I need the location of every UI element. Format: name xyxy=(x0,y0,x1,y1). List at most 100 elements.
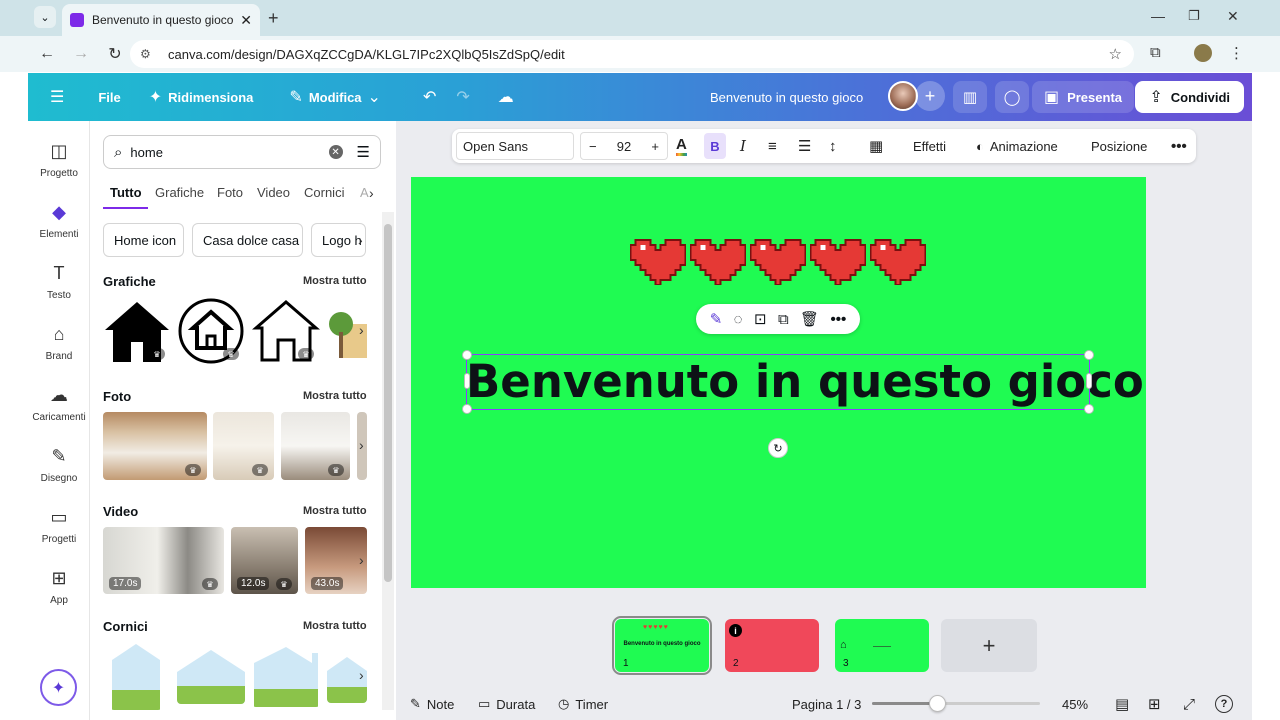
delete-icon[interactable]: 🗑 xyxy=(800,310,819,328)
pixel-heart-icon[interactable] xyxy=(750,235,806,285)
chips-next-icon[interactable]: › xyxy=(358,232,363,248)
more-icon[interactable]: ••• xyxy=(830,311,846,328)
see-all-photos-link[interactable]: Mostra tutto xyxy=(303,390,367,402)
tab-frames[interactable]: Cornici xyxy=(304,185,344,200)
collaborator-avatar[interactable] xyxy=(888,81,918,111)
suggestion-chip[interactable]: Home icon xyxy=(103,223,184,257)
font-size-stepper[interactable]: − 92 + xyxy=(580,132,668,160)
side-handle[interactable] xyxy=(464,373,470,389)
pixel-heart-icon[interactable] xyxy=(630,235,686,285)
lock-icon[interactable]: ⊡ xyxy=(754,310,767,328)
graphic-house-outline[interactable]: ♛ xyxy=(252,298,320,364)
resize-handle[interactable] xyxy=(462,350,472,360)
font-family-select[interactable]: Open Sans xyxy=(456,132,574,160)
extensions-icon[interactable]: ⧉ xyxy=(1150,44,1161,61)
rail-item-draw[interactable]: ✎ Disegno xyxy=(28,446,90,484)
rail-item-design[interactable]: ◫ Progetto xyxy=(28,141,90,179)
graphic-house-solid[interactable]: ♛ xyxy=(103,298,171,364)
add-comment-icon[interactable]: ◌ xyxy=(734,311,743,328)
tab-more[interactable]: A xyxy=(360,185,369,200)
rail-item-text[interactable]: T Testo xyxy=(28,263,90,301)
resize-handle[interactable] xyxy=(1084,404,1094,414)
transparency-button[interactable]: ▦ xyxy=(869,129,883,163)
new-tab-button[interactable]: + xyxy=(268,8,279,29)
grid-view-button[interactable]: ▤ xyxy=(1115,688,1129,720)
photo-room-1[interactable]: ♛ xyxy=(103,412,207,480)
cloud-save-button[interactable]: ☁ xyxy=(488,81,524,113)
minimize-button[interactable]: — xyxy=(1151,8,1165,24)
timer-button[interactable]: ◷ Timer xyxy=(558,688,608,720)
file-menu-button[interactable]: File xyxy=(88,81,130,113)
filter-icon[interactable]: ☰ xyxy=(357,143,370,161)
help-button[interactable]: ? xyxy=(1215,688,1233,720)
align-button[interactable]: ≡ xyxy=(768,129,777,163)
resize-handle[interactable] xyxy=(1084,350,1094,360)
frame-house-3[interactable] xyxy=(252,645,320,707)
tab-graphics[interactable]: Grafiche xyxy=(155,185,204,200)
videos-next-icon[interactable]: › xyxy=(359,552,364,568)
frames-next-icon[interactable]: › xyxy=(359,667,364,683)
spacing-button[interactable]: ↕ xyxy=(829,129,837,163)
panel-scrollbar-thumb[interactable] xyxy=(384,224,392,582)
tab-search-button[interactable]: ⌄ xyxy=(34,6,56,28)
document-title[interactable]: Benvenuto in questo gioco xyxy=(710,90,863,105)
tabs-next-icon[interactable]: › xyxy=(369,185,374,201)
tab-videos[interactable]: Video xyxy=(257,185,290,200)
magic-assistant-button[interactable]: ✦ xyxy=(40,669,77,706)
forward-icon[interactable]: → xyxy=(68,41,94,67)
page-thumbnail-2[interactable]: i 2 xyxy=(725,619,819,672)
edit-mode-button[interactable]: ✎ Modifica ⌄ xyxy=(279,81,391,113)
list-button[interactable]: ☰ xyxy=(798,129,811,163)
pixel-heart-icon[interactable] xyxy=(870,235,926,285)
see-all-graphics-link[interactable]: Mostra tutto xyxy=(303,275,367,287)
position-button[interactable]: Posizione xyxy=(1091,129,1147,163)
duplicate-icon[interactable]: ⧉ xyxy=(778,311,789,328)
font-size-value[interactable]: 92 xyxy=(617,139,631,154)
search-input[interactable]: ⌕ home ✕ ☰ xyxy=(103,135,381,169)
rail-item-brand[interactable]: ⌂ Brand xyxy=(28,324,90,362)
thumbnail-view-button[interactable]: ⊞ xyxy=(1148,688,1161,720)
browser-menu-icon[interactable]: ⋮ xyxy=(1229,44,1244,62)
pixel-heart-icon[interactable] xyxy=(690,235,746,285)
pixel-heart-icon[interactable] xyxy=(810,235,866,285)
rail-item-apps[interactable]: ⊞ App xyxy=(28,568,90,606)
browser-tab[interactable]: Benvenuto in questo gioco - Pr ✕ xyxy=(62,4,260,36)
frame-house-1[interactable] xyxy=(110,642,162,710)
frame-house-2[interactable] xyxy=(177,648,245,704)
page-indicator[interactable]: Pagina 1 / 3 xyxy=(792,688,861,720)
resize-handle[interactable] xyxy=(462,404,472,414)
rail-item-elements[interactable]: ◆ Elementi xyxy=(28,202,90,240)
suggestion-chip[interactable]: Casa dolce casa xyxy=(192,223,303,257)
photos-next-icon[interactable]: › xyxy=(359,437,364,453)
zoom-value[interactable]: 45% xyxy=(1062,688,1088,720)
see-all-frames-link[interactable]: Mostra tutto xyxy=(303,620,367,632)
magic-edit-icon[interactable]: ✎ xyxy=(710,310,723,328)
redo-button[interactable]: ↷ xyxy=(446,81,479,113)
animation-button[interactable]: ◐ Animazione xyxy=(976,129,1058,163)
resize-button[interactable]: ✦ Ridimensiona xyxy=(139,81,264,113)
rail-item-uploads[interactable]: ☁ Caricamenti xyxy=(28,385,90,423)
close-window-button[interactable]: ✕ xyxy=(1227,8,1239,25)
clear-search-icon[interactable]: ✕ xyxy=(328,145,343,159)
text-color-button[interactable]: A xyxy=(676,129,687,163)
comments-button[interactable]: ◯ xyxy=(995,81,1029,113)
video-documents[interactable]: 43.0s xyxy=(305,527,367,594)
bookmark-star-icon[interactable]: ☆ xyxy=(1109,45,1122,63)
video-family-home[interactable]: 17.0s ♛ xyxy=(103,527,224,594)
rail-item-projects[interactable]: ▭ Progetti xyxy=(28,507,90,545)
tab-photos[interactable]: Foto xyxy=(217,185,243,200)
close-tab-icon[interactable]: ✕ xyxy=(240,12,252,29)
main-menu-button[interactable]: ☰ xyxy=(40,81,74,113)
add-collaborator-button[interactable]: + xyxy=(915,81,945,111)
zoom-slider-handle[interactable] xyxy=(929,695,946,712)
add-page-button[interactable]: + xyxy=(941,619,1037,672)
maximize-button[interactable]: ❐ xyxy=(1188,8,1200,24)
effects-button[interactable]: Effetti xyxy=(913,129,946,163)
duration-button[interactable]: ▭ Durata xyxy=(478,688,535,720)
site-info-icon[interactable]: ⚙ xyxy=(140,47,156,61)
notes-button[interactable]: ✎ Note xyxy=(410,688,454,720)
present-button[interactable]: ▣ Presenta xyxy=(1031,81,1134,113)
side-handle[interactable] xyxy=(1086,373,1092,389)
rotate-handle[interactable]: ↻ xyxy=(768,438,788,458)
fullscreen-button[interactable]: ⤢ xyxy=(1183,688,1195,720)
